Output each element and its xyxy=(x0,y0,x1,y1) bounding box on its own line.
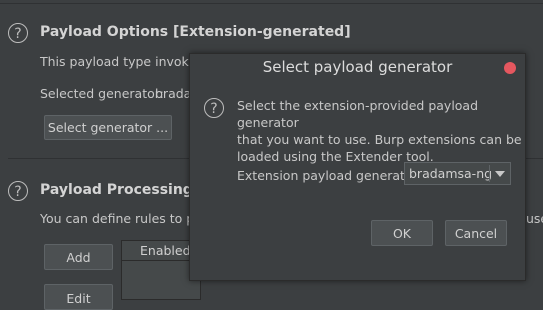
close-icon[interactable] xyxy=(504,62,516,74)
payload-processing-description: You can define rules to per xyxy=(40,211,208,226)
generator-select-value: bradamsa-ng xyxy=(409,166,493,181)
payload-processing-description-tail: use xyxy=(526,211,543,226)
ok-button[interactable]: OK xyxy=(371,220,433,246)
dialog-message: Select the extension-provided payload ge… xyxy=(237,97,525,165)
cancel-button[interactable]: Cancel xyxy=(445,220,507,246)
selected-generator-label: Selected generator: xyxy=(40,86,164,101)
table-header-enabled[interactable]: Enabled xyxy=(140,243,191,258)
dialog-message-line: that you want to use. Burp extensions ca… xyxy=(237,132,522,147)
combo-separator xyxy=(489,165,490,182)
help-icon[interactable]: ? xyxy=(8,181,28,201)
select-payload-generator-dialog: Select payload generator ? Select the ex… xyxy=(189,53,526,281)
edit-rule-button[interactable]: Edit xyxy=(44,284,113,310)
top-divider xyxy=(0,3,543,4)
select-generator-button[interactable]: Select generator ... xyxy=(44,115,172,140)
dialog-title: Select payload generator xyxy=(262,58,453,76)
payload-options-title: Payload Options [Extension-generated] xyxy=(40,24,351,40)
chevron-down-icon[interactable] xyxy=(495,171,505,177)
payload-options-description: This payload type invokes xyxy=(40,54,203,69)
payload-processing-title: Payload Processing xyxy=(40,182,193,198)
generator-label: Extension payload generator: xyxy=(237,168,422,183)
help-icon[interactable]: ? xyxy=(8,23,28,43)
generator-select[interactable]: bradamsa-ng xyxy=(404,162,511,185)
add-rule-button[interactable]: Add xyxy=(44,244,113,270)
dialog-message-line: Select the extension-provided payload ge… xyxy=(237,98,479,130)
question-icon: ? xyxy=(204,98,224,118)
